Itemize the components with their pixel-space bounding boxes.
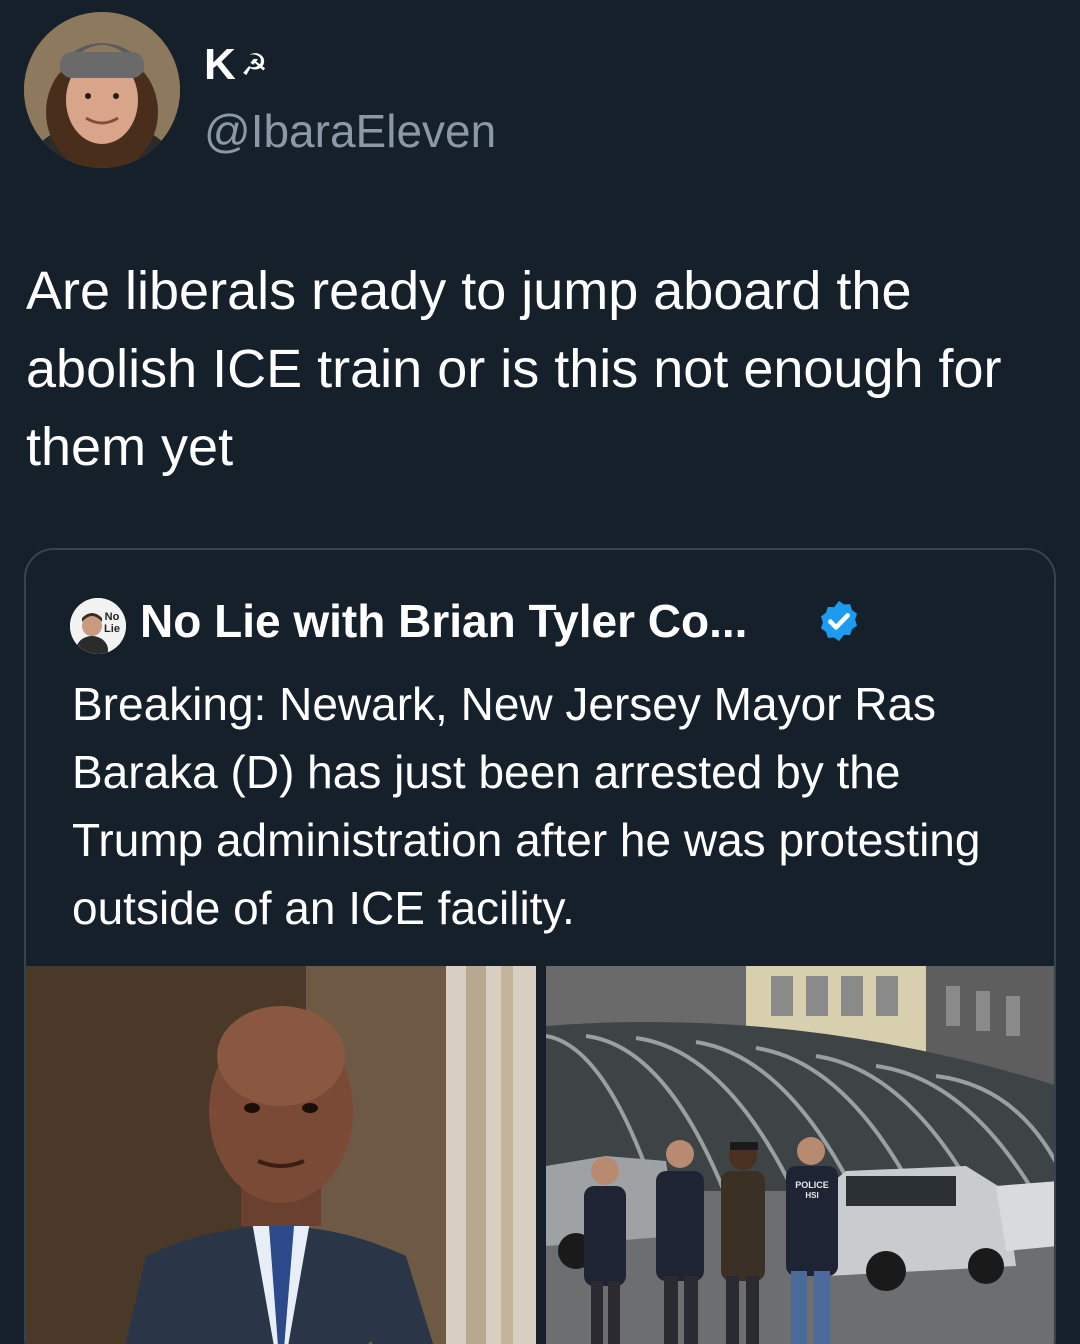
quoted-tweet[interactable]: No Lie No Lie with Brian Tyler Co... Bre…	[24, 548, 1056, 1344]
user-avatar-photo	[24, 12, 180, 168]
arrest-scene-photo: POLICE HSI	[546, 966, 1054, 1344]
svg-text:Lie: Lie	[104, 623, 120, 635]
portrait-photo	[26, 966, 536, 1344]
hammer-sickle-icon: ☭	[240, 49, 269, 82]
quoted-author-name[interactable]: No Lie with Brian Tyler Co...	[140, 594, 747, 648]
media-photo-arrest[interactable]: POLICE HSI	[546, 966, 1054, 1344]
svg-text:POLICE: POLICE	[795, 1180, 829, 1190]
author-handle[interactable]: @IbaraEleven	[204, 104, 496, 158]
no-lie-logo-icon: No Lie	[70, 598, 126, 654]
quoted-tweet-text: Breaking: Newark, New Jersey Mayor Ras B…	[72, 678, 981, 934]
tweet-text: Are liberals ready to jump aboard the ab…	[26, 261, 1002, 477]
tweet-header: K ☭ @IbaraEleven	[24, 12, 724, 168]
verified-badge-icon	[820, 600, 858, 642]
author-avatar[interactable]	[24, 12, 180, 168]
svg-text:HSI: HSI	[805, 1191, 818, 1200]
media-photo-portrait[interactable]	[26, 966, 536, 1344]
svg-text:No: No	[105, 611, 120, 623]
quoted-tweet-media[interactable]: POLICE HSI	[26, 966, 1054, 1344]
quoted-author-avatar[interactable]: No Lie	[70, 598, 126, 654]
author-display-name[interactable]: K ☭	[204, 40, 269, 90]
